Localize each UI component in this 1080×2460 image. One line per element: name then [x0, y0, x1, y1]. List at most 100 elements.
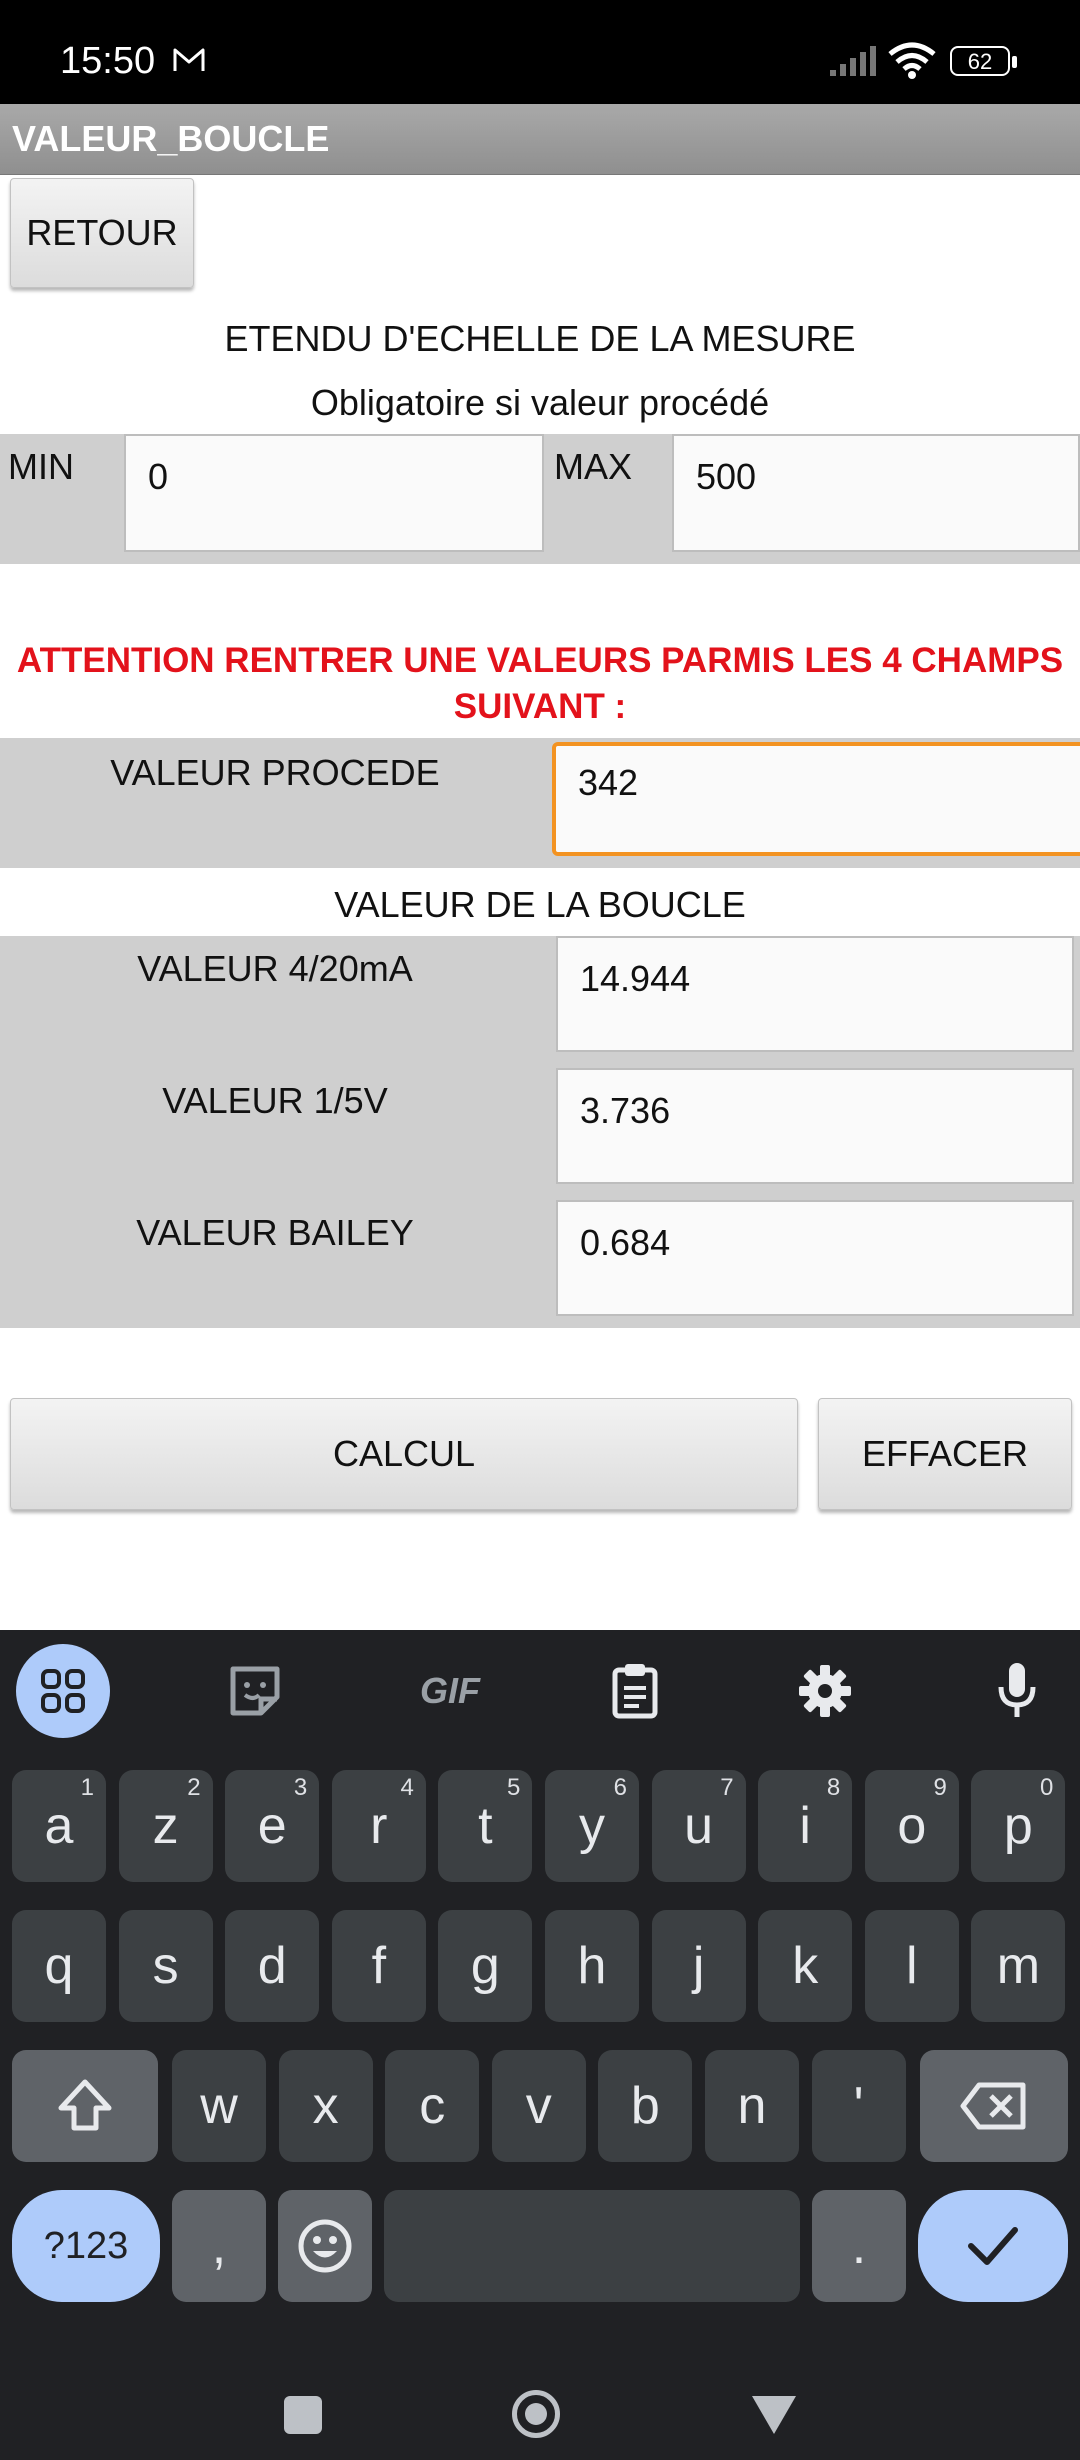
wifi-icon	[888, 42, 936, 79]
key-v[interactable]: v	[491, 2050, 586, 2162]
key-n[interactable]: n	[705, 2050, 799, 2162]
home-button[interactable]	[512, 2390, 560, 2438]
back-nav-icon[interactable]	[750, 2394, 798, 2436]
bailey-input[interactable]: 0.684	[556, 1200, 1074, 1316]
loop-title: VALEUR DE LA BOUCLE	[334, 884, 746, 925]
navigation-bar	[0, 2380, 1080, 2460]
sticker-icon	[230, 1666, 280, 1716]
check-icon	[968, 2227, 1018, 2265]
status-time: 15:50	[60, 40, 156, 82]
key-hint: 7	[720, 1774, 734, 1801]
back-button[interactable]: RETOUR	[10, 178, 194, 288]
key-label: e	[257, 1797, 287, 1855]
key-hint: 0	[1040, 1774, 1054, 1801]
key-label: u	[684, 1797, 714, 1855]
key-label: r	[370, 1797, 388, 1855]
gif-label: GIF	[420, 1670, 480, 1711]
battery-icon: 62	[950, 46, 1018, 78]
gear-icon	[799, 1665, 851, 1717]
bailey-label: VALEUR BAILEY	[136, 1212, 414, 1253]
process-input[interactable]: 342	[552, 742, 1080, 856]
key-p[interactable]: p0	[971, 1770, 1066, 1882]
period-key[interactable]: .	[812, 2190, 906, 2302]
clipboard-button[interactable]	[600, 1656, 670, 1726]
key-m[interactable]: m	[971, 1910, 1066, 2022]
key-label: z	[152, 1797, 179, 1855]
key-h[interactable]: h	[545, 1910, 639, 2022]
key-s[interactable]: s	[118, 1910, 213, 2022]
symbols-key[interactable]: ?123	[12, 2190, 160, 2302]
key-label: t	[478, 1797, 493, 1855]
mail-icon	[173, 48, 205, 71]
min-label: MIN	[8, 446, 74, 487]
key-i[interactable]: i8	[758, 1770, 853, 1882]
battery-level: 62	[967, 49, 993, 74]
key-label: o	[897, 1797, 927, 1855]
min-input[interactable]: 0	[124, 434, 544, 552]
key-label: p	[1003, 1797, 1033, 1855]
key-hint: 3	[293, 1774, 308, 1801]
recents-button[interactable]	[284, 2396, 322, 2434]
space-key[interactable]	[384, 2190, 800, 2302]
key-a[interactable]: a1	[12, 1770, 106, 1882]
key-t[interactable]: t5	[438, 1770, 533, 1882]
key-hint: 1	[80, 1774, 94, 1801]
key-apostrophe[interactable]: '	[811, 2050, 906, 2162]
signal-icon	[830, 46, 876, 76]
emoji-icon	[298, 2219, 352, 2273]
grid-icon	[41, 1669, 85, 1713]
key-hint: 2	[187, 1774, 201, 1801]
gif-button[interactable]: GIF	[408, 1656, 492, 1726]
key-g[interactable]: g	[438, 1910, 533, 2022]
backspace-icon	[960, 2082, 1026, 2130]
key-x[interactable]: x	[278, 2050, 373, 2162]
key-label: i	[799, 1797, 811, 1855]
key-c[interactable]: c	[385, 2050, 480, 2162]
key-o[interactable]: o9	[864, 1770, 959, 1882]
keyboard: GIF a1z2e3r4t5y6u7i8o9p0 q s d f g h j k…	[0, 1630, 1080, 2380]
key-hint: 6	[613, 1774, 627, 1801]
emoji-key[interactable]	[278, 2190, 372, 2302]
key-r[interactable]: r4	[331, 1770, 426, 1882]
settings-button[interactable]	[790, 1656, 860, 1726]
apps-grid-button[interactable]	[16, 1644, 110, 1738]
key-w[interactable]: w	[172, 2050, 266, 2162]
key-hint: 4	[400, 1774, 414, 1801]
ma-input[interactable]: 14.944	[556, 936, 1074, 1052]
key-hint: 9	[933, 1774, 947, 1801]
shift-key[interactable]	[12, 2050, 158, 2162]
process-label: VALEUR PROCEDE	[110, 752, 440, 793]
ma-label: VALEUR 4/20mA	[137, 948, 413, 989]
max-label: MAX	[554, 446, 633, 487]
v-label: VALEUR 1/5V	[162, 1080, 388, 1121]
key-f[interactable]: f	[331, 1910, 426, 2022]
key-b[interactable]: b	[598, 2050, 693, 2162]
backspace-key[interactable]	[920, 2050, 1068, 2162]
calc-button[interactable]: CALCUL	[10, 1398, 798, 1510]
key-l[interactable]: l	[864, 1910, 959, 2022]
voice-input-button[interactable]	[982, 1656, 1052, 1726]
key-j[interactable]: j	[651, 1910, 746, 2022]
key-z[interactable]: z2	[118, 1770, 213, 1882]
key-y[interactable]: y6	[545, 1770, 639, 1882]
v-input[interactable]: 3.736	[556, 1068, 1074, 1184]
key-e[interactable]: e3	[225, 1770, 320, 1882]
page-title: VALEUR_BOUCLE	[12, 118, 330, 159]
section-title: ETENDU D'ECHELLE DE LA MESURE	[224, 318, 856, 359]
warning-text: ATTENTION RENTRER UNE VALEURS PARMIS LES…	[16, 641, 1064, 726]
key-k[interactable]: k	[758, 1910, 853, 2022]
status-bar: 15:50 62	[0, 0, 1080, 104]
key-q[interactable]: q	[12, 1910, 106, 2022]
key-hint: 8	[826, 1774, 841, 1801]
key-d[interactable]: d	[225, 1910, 320, 2022]
section-subtitle: Obligatoire si valeur procédé	[310, 382, 770, 423]
max-input[interactable]: 500	[672, 434, 1080, 552]
shift-icon	[58, 2079, 112, 2131]
enter-key[interactable]	[918, 2190, 1068, 2302]
key-label: y	[579, 1797, 605, 1855]
comma-key[interactable]: ,	[172, 2190, 266, 2302]
clipboard-icon	[612, 1664, 658, 1719]
clear-button[interactable]: EFFACER	[818, 1398, 1072, 1510]
sticker-button[interactable]	[220, 1656, 290, 1726]
key-u[interactable]: u7	[651, 1770, 746, 1882]
